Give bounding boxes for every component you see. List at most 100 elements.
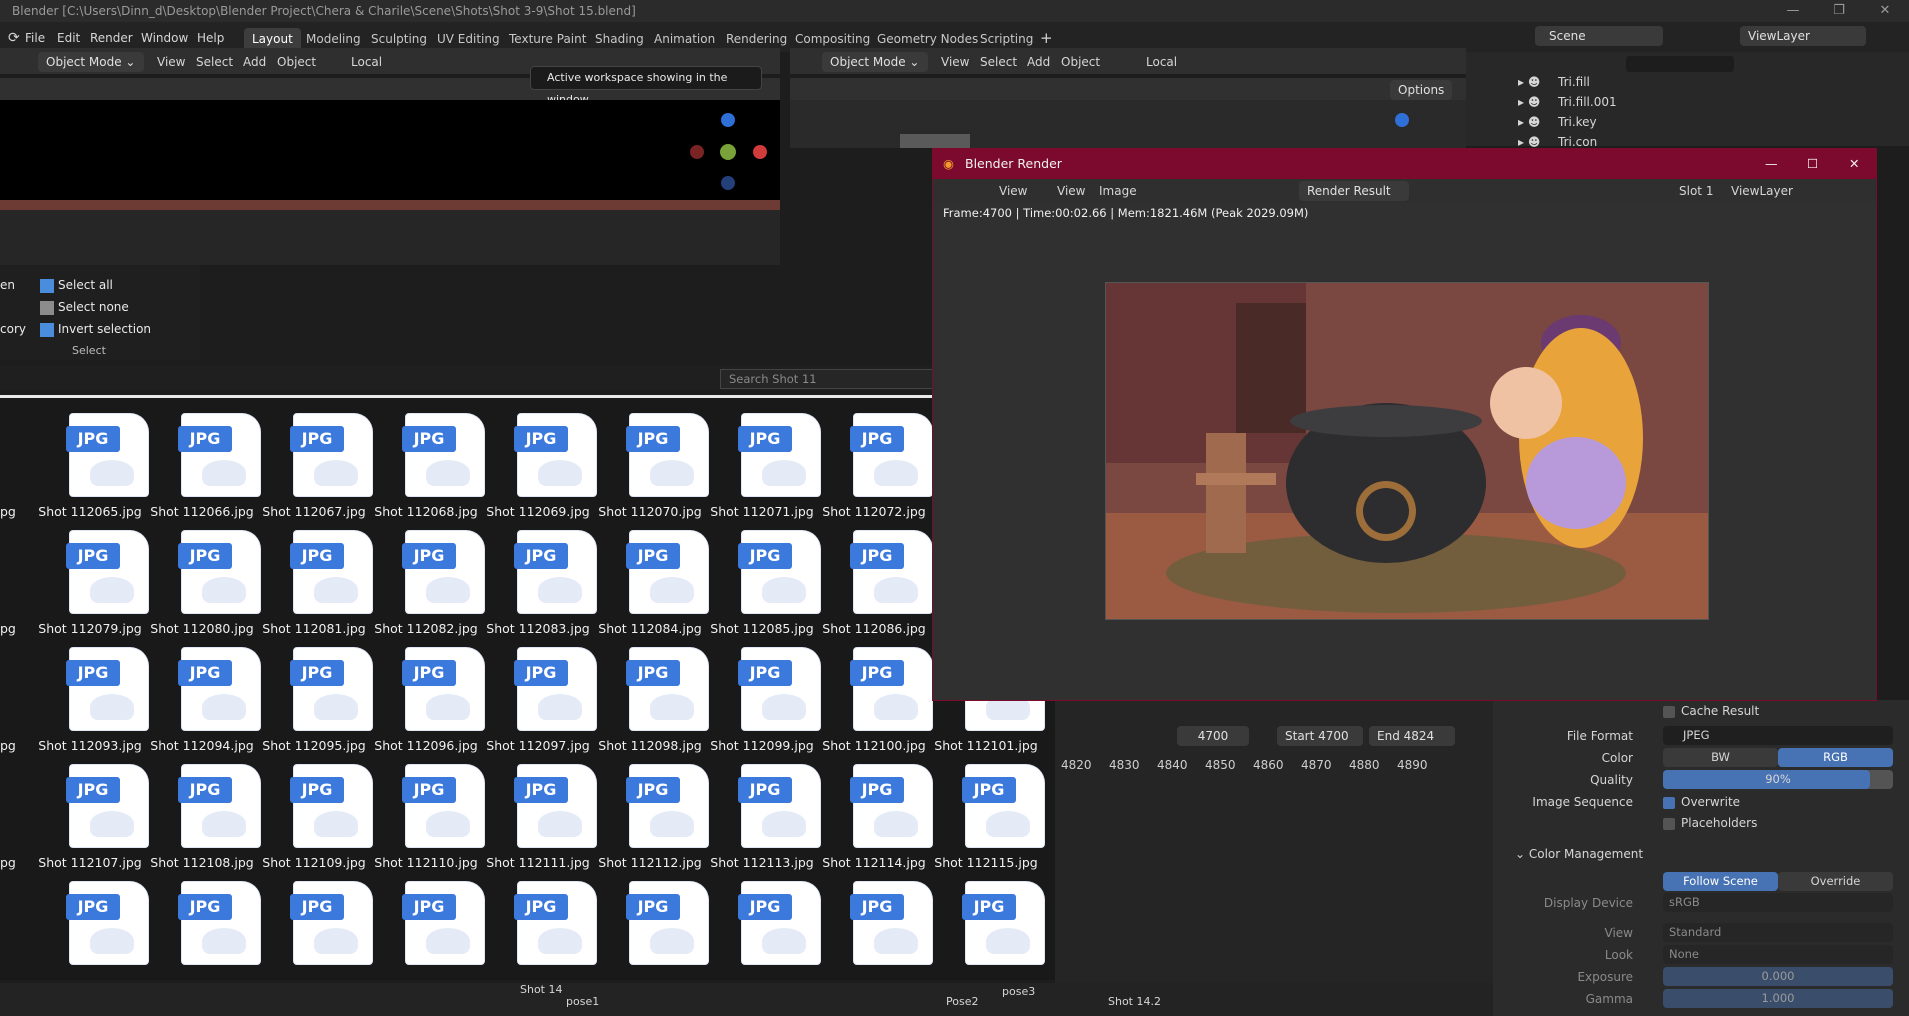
render-view-layer-dropdown[interactable]: ViewLayer	[1725, 181, 1799, 201]
color-bw-button[interactable]: BW	[1663, 748, 1778, 767]
file-item[interactable]: JPG Shot 112080.jpg	[142, 525, 260, 636]
menu-file[interactable]: File	[25, 28, 45, 48]
file-item[interactable]: JPG Shot 112082.jpg	[366, 525, 484, 636]
file-item[interactable]: JPG Shot 112068.jpg	[366, 408, 484, 519]
file-item[interactable]: JPG Shot 112100.jpg	[814, 642, 932, 753]
outliner-search-input[interactable]	[1626, 56, 1734, 72]
blender-logo-icon[interactable]: ⟳	[8, 28, 20, 48]
tab-compositing[interactable]: Compositing	[787, 28, 878, 50]
menu-edit[interactable]: Edit	[57, 28, 80, 48]
file-item[interactable]: JPG Shot 112093.jpg	[30, 642, 148, 753]
follow-scene-button[interactable]: Follow Scene	[1663, 872, 1778, 891]
file-item[interactable]: JPG Shot 112109.jpg	[254, 759, 372, 870]
view-layer-selector[interactable]: ViewLayer	[1740, 26, 1866, 46]
file-item[interactable]: JPG Shot 112110.jpg	[366, 759, 484, 870]
tab-uv-editing[interactable]: UV Editing	[429, 28, 508, 50]
viewport-select-menu-right[interactable]: Select	[974, 52, 1023, 72]
file-item[interactable]: JPG Shot 112071.jpg	[702, 408, 820, 519]
marker-label[interactable]: pose1	[566, 995, 599, 1008]
viewport-object-menu-right[interactable]: Object	[1055, 52, 1106, 72]
current-frame-field[interactable]: 4700	[1177, 726, 1249, 746]
orientation-left[interactable]: Local	[345, 52, 388, 72]
color-management-header[interactable]: ⌄ Color Management	[1515, 847, 1643, 861]
tab-geometry-nodes[interactable]: Geometry Nodes	[869, 28, 986, 50]
file-item[interactable]: JPG	[590, 876, 708, 986]
tab-animation[interactable]: Animation	[646, 28, 723, 50]
file-item[interactable]: JPG Shot 112107.jpg	[30, 759, 148, 870]
file-item[interactable]: JPG Shot 112112.jpg	[590, 759, 708, 870]
marker-label[interactable]: Shot 14.2	[1108, 995, 1161, 1008]
menu-render[interactable]: Render	[90, 28, 133, 48]
file-item[interactable]: JPG	[254, 876, 372, 986]
render-view-menu[interactable]: View	[1051, 181, 1091, 201]
tab-texture-paint[interactable]: Texture Paint	[501, 28, 594, 50]
file-item[interactable]: JPG Shot 112084.jpg	[590, 525, 708, 636]
tab-rendering[interactable]: Rendering	[718, 28, 795, 50]
color-rgb-button[interactable]: RGB	[1778, 748, 1893, 767]
file-item[interactable]: JPG Shot 112113.jpg	[702, 759, 820, 870]
file-item[interactable]: JPG Shot 112115.jpg	[926, 759, 1044, 870]
exposure-field[interactable]: 0.000	[1663, 967, 1893, 986]
outliner-item[interactable]: ▸ ☻ Tri.fill	[1466, 72, 1909, 92]
viewport-view-menu-left[interactable]: View	[151, 52, 191, 72]
object-mode-dropdown-right[interactable]: Object Mode ⌄	[822, 52, 928, 72]
overwrite-checkbox[interactable]: Overwrite	[1663, 795, 1740, 809]
slot-dropdown[interactable]: Slot 1	[1673, 181, 1719, 201]
gamma-field[interactable]: 1.000	[1663, 989, 1893, 1008]
file-item[interactable]: JPG Shot 112065.jpg	[30, 408, 148, 519]
tab-shading[interactable]: Shading	[587, 28, 652, 50]
viewport-add-menu-right[interactable]: Add	[1021, 52, 1056, 72]
tab-layout[interactable]: Layout	[244, 28, 301, 50]
minimize-button[interactable]: —	[1770, 0, 1816, 22]
viewport-add-menu-left[interactable]: Add	[237, 52, 272, 72]
file-item[interactable]: JPG Shot 112095.jpg	[254, 642, 372, 753]
file-item[interactable]: JPG	[366, 876, 484, 986]
marker-label[interactable]: pose3	[1002, 985, 1035, 998]
viewport-object-menu-left[interactable]: Object	[271, 52, 322, 72]
file-item[interactable]: JPG Shot 112066.jpg	[142, 408, 260, 519]
ribbon-left-item[interactable]: en	[0, 275, 15, 295]
file-item[interactable]: JPG Shot 112108.jpg	[142, 759, 260, 870]
cache-result-checkbox[interactable]: Cache Result	[1663, 704, 1759, 718]
navigation-gizmo-left[interactable]	[0, 100, 780, 210]
file-format-dropdown[interactable]: JPEG	[1663, 726, 1893, 745]
viewport-right[interactable]	[790, 100, 1466, 148]
override-button[interactable]: Override	[1778, 872, 1893, 891]
file-item[interactable]: JPG Shot 112079.jpg	[30, 525, 148, 636]
start-frame-field[interactable]: Start 4700	[1277, 726, 1363, 746]
file-item[interactable]: JPG Shot 112069.jpg	[478, 408, 596, 519]
file-item[interactable]: JPG	[30, 876, 148, 986]
file-item[interactable]: JPG Shot 112097.jpg	[478, 642, 596, 753]
file-item[interactable]: JPG Shot 112094.jpg	[142, 642, 260, 753]
tab-scripting[interactable]: Scripting	[972, 28, 1041, 50]
tab-sculpting[interactable]: Sculpting	[363, 28, 435, 50]
ribbon-left-item[interactable]: cory	[0, 319, 26, 339]
scene-selector[interactable]: Scene	[1535, 26, 1663, 46]
look-dropdown[interactable]: None	[1663, 945, 1893, 964]
orientation-right[interactable]: Local	[1140, 52, 1183, 72]
file-item[interactable]: JPG Shot 112081.jpg	[254, 525, 372, 636]
file-item[interactable]: JPG	[478, 876, 596, 986]
file-item[interactable]: JPG	[142, 876, 260, 986]
invert-selection-button[interactable]: Invert selection	[40, 319, 151, 339]
menu-help[interactable]: Help	[197, 28, 224, 48]
file-item[interactable]: JPG Shot 112083.jpg	[478, 525, 596, 636]
file-item[interactable]: JPG Shot 112096.jpg	[366, 642, 484, 753]
viewport-select-menu-left[interactable]: Select	[190, 52, 239, 72]
file-item[interactable]: JPG Shot 112099.jpg	[702, 642, 820, 753]
add-workspace-icon[interactable]: +	[1040, 28, 1053, 48]
file-item[interactable]: JPG	[702, 876, 820, 986]
file-item[interactable]: JPG Shot 112072.jpg	[814, 408, 932, 519]
render-close-button[interactable]: ✕	[1849, 149, 1859, 179]
file-item[interactable]: JPG	[926, 876, 1044, 986]
select-none-button[interactable]: Select none	[40, 297, 129, 317]
file-item[interactable]: JPG Shot 112085.jpg	[702, 525, 820, 636]
file-item[interactable]: JPG	[814, 876, 932, 986]
view-dropdown[interactable]: Standard	[1663, 923, 1893, 942]
menu-window[interactable]: Window	[141, 28, 188, 48]
file-item[interactable]: JPG Shot 112114.jpg	[814, 759, 932, 870]
display-device-dropdown[interactable]: sRGB	[1663, 893, 1893, 912]
file-item[interactable]: JPG Shot 112070.jpg	[590, 408, 708, 519]
file-item[interactable]: JPG Shot 112098.jpg	[590, 642, 708, 753]
tab-modeling[interactable]: Modeling	[298, 28, 369, 50]
